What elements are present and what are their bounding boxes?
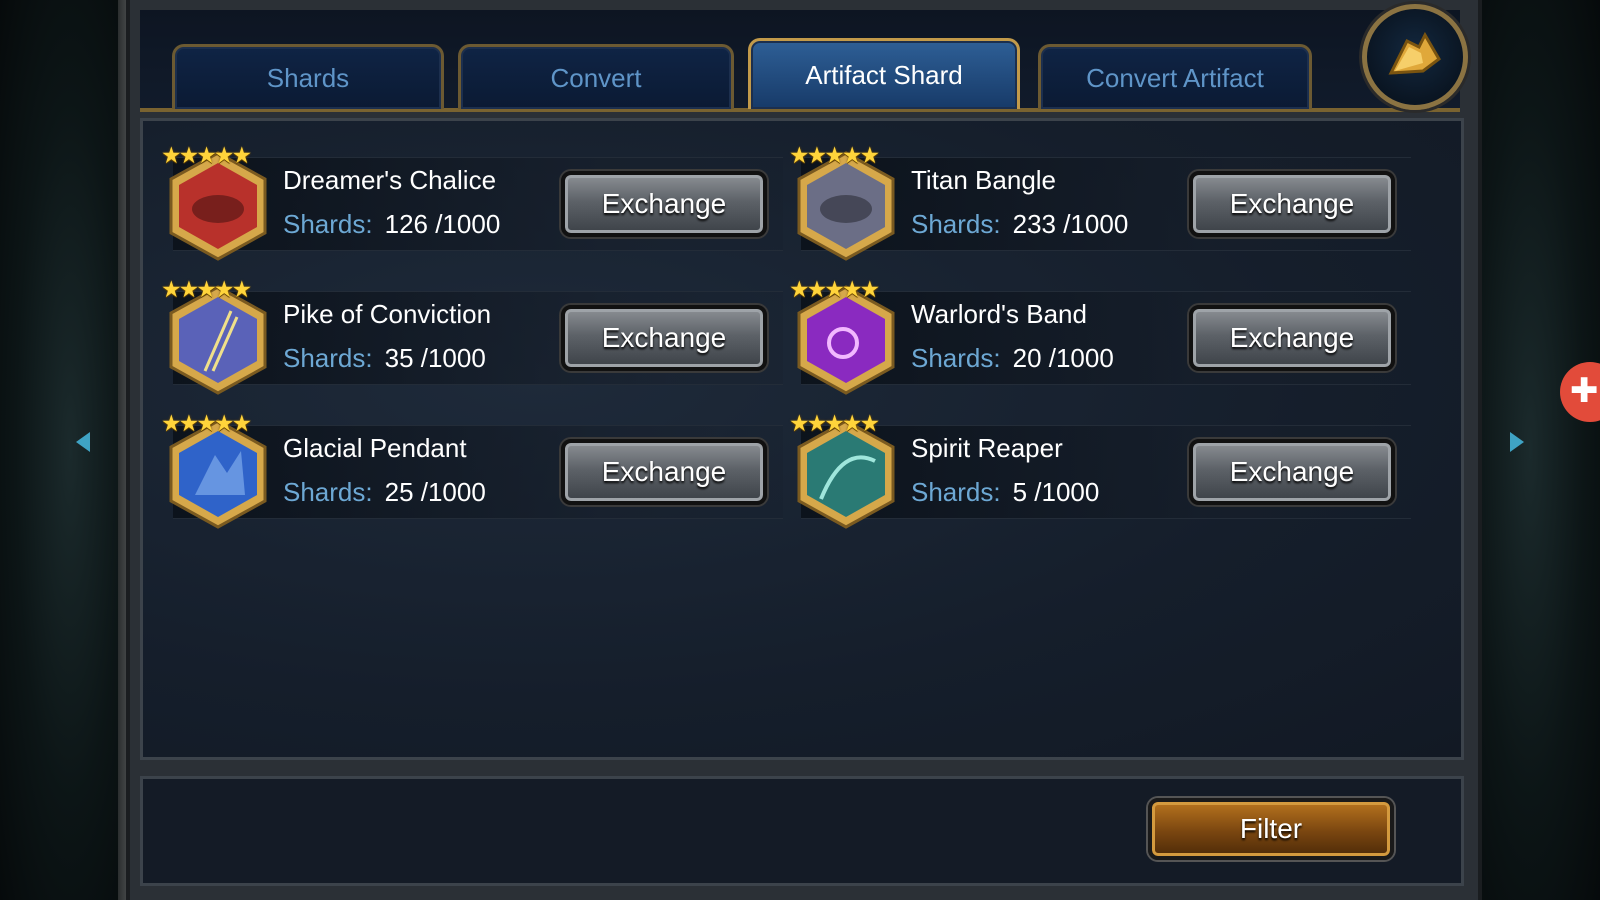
exchange-button[interactable]: Exchange xyxy=(1189,305,1395,371)
exchange-button[interactable]: Exchange xyxy=(1189,439,1395,505)
shards-value: 20 /1000 xyxy=(1012,343,1114,373)
artifact-item: ★★★★★ Titan Bangle Shards: 233 /1000 Exch… xyxy=(771,143,1411,263)
left-decor-panel xyxy=(0,0,140,900)
artifact-item: ★★★★★ Glacial Pendant Shards: 25 /1000 Ex… xyxy=(143,411,783,531)
artifact-list-panel: ★★★★★ Dreamer's Chalice Shards: 126 /1000… xyxy=(140,118,1464,760)
shards-label: Shards: xyxy=(911,209,1001,239)
artifact-item: ★★★★★ Pike of Conviction Shards: 35 /1000… xyxy=(143,277,783,397)
shards-label: Shards: xyxy=(283,209,373,239)
tab-bar: Shards Convert Artifact Shard Convert Ar… xyxy=(140,10,1460,112)
shards-value: 35 /1000 xyxy=(384,343,486,373)
shards-label: Shards: xyxy=(283,477,373,507)
item-name: Dreamer's Chalice xyxy=(283,165,497,195)
artifact-item: ★★★★★ Spirit Reaper Shards: 5 /1000 Excha… xyxy=(771,411,1411,531)
return-arrow-icon xyxy=(1388,31,1441,75)
shards-label: Shards: xyxy=(911,343,1001,373)
prev-page-arrow-icon[interactable] xyxy=(76,432,90,452)
tab-convert[interactable]: Convert xyxy=(458,44,734,109)
artifact-item: ★★★★★ Warlord's Band Shards: 20 /1000 Exc… xyxy=(771,277,1411,397)
item-name: Glacial Pendant xyxy=(283,433,467,463)
exchange-button[interactable]: Exchange xyxy=(561,171,767,237)
filter-button[interactable]: Filter xyxy=(1148,798,1394,860)
shards-count: Shards: 233 /1000 xyxy=(911,209,1128,240)
item-name: Titan Bangle xyxy=(911,165,1057,195)
next-page-arrow-icon[interactable] xyxy=(1510,432,1524,452)
tab-shards[interactable]: Shards xyxy=(172,44,444,109)
exchange-button[interactable]: Exchange xyxy=(561,305,767,371)
rarity-stars: ★★★★★ xyxy=(161,143,252,169)
exchange-button[interactable]: Exchange xyxy=(561,439,767,505)
rarity-stars: ★★★★★ xyxy=(789,143,880,169)
item-name: Pike of Conviction xyxy=(283,299,492,329)
rarity-stars: ★★★★★ xyxy=(789,411,880,437)
tab-artifact-shard[interactable]: Artifact Shard xyxy=(748,38,1020,109)
shards-value: 25 /1000 xyxy=(384,477,486,507)
shards-value: 126 /1000 xyxy=(384,209,501,239)
item-name: Warlord's Band xyxy=(911,299,1087,329)
rarity-stars: ★★★★★ xyxy=(789,277,880,303)
return-button[interactable] xyxy=(1362,4,1468,110)
tab-convert-artifact[interactable]: Convert Artifact xyxy=(1038,44,1312,109)
shards-label: Shards: xyxy=(911,477,1001,507)
shards-count: Shards: 25 /1000 xyxy=(283,477,486,508)
artifact-item: ★★★★★ Dreamer's Chalice Shards: 126 /1000… xyxy=(143,143,783,263)
shards-count: Shards: 126 /1000 xyxy=(283,209,500,240)
rarity-stars: ★★★★★ xyxy=(161,277,252,303)
shards-count: Shards: 20 /1000 xyxy=(911,343,1114,374)
rarity-stars: ★★★★★ xyxy=(161,411,252,437)
shards-value: 233 /1000 xyxy=(1012,209,1129,239)
shards-count: Shards: 35 /1000 xyxy=(283,343,486,374)
shards-value: 5 /1000 xyxy=(1012,477,1100,507)
shards-count: Shards: 5 /1000 xyxy=(911,477,1099,508)
exchange-button[interactable]: Exchange xyxy=(1189,171,1395,237)
shards-label: Shards: xyxy=(283,343,373,373)
item-name: Spirit Reaper xyxy=(911,433,1063,463)
